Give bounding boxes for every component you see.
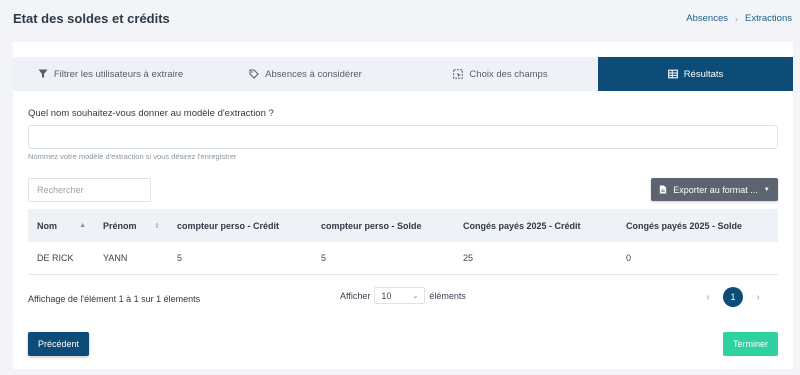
show-label: Afficher bbox=[340, 290, 371, 301]
column-header-cp-solde[interactable]: Congés payés 2025 - Solde bbox=[617, 221, 778, 231]
model-name-help: Nommez votre modèle d'extraction si vous… bbox=[28, 152, 237, 161]
pagination: ‹ 1 › bbox=[703, 287, 763, 307]
caret-down-icon: ▼ bbox=[763, 186, 770, 193]
chevron-right-icon: › bbox=[735, 13, 738, 24]
model-name-input[interactable] bbox=[28, 125, 778, 149]
finish-button[interactable]: Terminer bbox=[723, 332, 778, 356]
tab-results[interactable]: Résultats bbox=[598, 57, 793, 91]
filter-icon bbox=[38, 69, 48, 78]
breadcrumb-absences[interactable]: Absences bbox=[686, 13, 728, 24]
table-info: Affichage de l'élément 1 à 1 sur 1 éleme… bbox=[28, 294, 201, 304]
items-label: éléments bbox=[429, 290, 466, 301]
cell-compteur-solde: 5 bbox=[321, 253, 327, 263]
tab-label: Résultats bbox=[683, 68, 724, 80]
search-input[interactable] bbox=[28, 178, 151, 202]
cell-compteur-credit: 5 bbox=[177, 253, 183, 263]
results-table: Nom ▲ Prénom ⬍ compteur perso - Crédit com… bbox=[28, 209, 778, 275]
export-dropdown-button[interactable]: Exporter au format ... ▼ bbox=[651, 178, 778, 201]
tab-filter-users[interactable]: Filtrer les utilisateurs à extraire bbox=[13, 57, 208, 91]
column-header-compteur-solde[interactable]: compteur perso - Solde bbox=[312, 221, 454, 231]
breadcrumb: Absences › Extractions bbox=[686, 13, 792, 24]
table-icon bbox=[667, 69, 678, 79]
cell-prenom: YANN bbox=[103, 253, 128, 263]
tab-label: Choix des champs bbox=[469, 68, 548, 80]
page-title: Etat des soldes et crédits bbox=[13, 11, 170, 26]
table-row[interactable]: DE RICK YANN 5 5 25 0 bbox=[28, 242, 778, 275]
wizard-tabs: Filtrer les utilisateurs à extraire Abse… bbox=[13, 57, 793, 91]
previous-button[interactable]: Précédent bbox=[28, 332, 89, 356]
page-length-control: Afficher 10 ⌄ éléments bbox=[340, 287, 466, 304]
breadcrumb-extractions[interactable]: Extractions bbox=[745, 13, 792, 24]
column-header-nom[interactable]: Nom ▲ bbox=[28, 221, 94, 231]
page-length-select[interactable]: 10 ⌄ bbox=[374, 287, 426, 304]
column-header-compteur-credit[interactable]: compteur perso - Crédit bbox=[168, 221, 312, 231]
top-bar: Etat des soldes et crédits Absences › Ex… bbox=[0, 0, 800, 40]
table-header: Nom ▲ Prénom ⬍ compteur perso - Crédit com… bbox=[28, 209, 778, 242]
sort-asc-icon: ▲ bbox=[79, 222, 86, 229]
tab-absences[interactable]: Absences à considérer bbox=[208, 57, 403, 91]
next-page-icon[interactable]: › bbox=[753, 292, 763, 303]
cell-nom: DE RICK bbox=[37, 253, 74, 263]
export-label: Exporter au format ... bbox=[673, 184, 758, 195]
page-button-current[interactable]: 1 bbox=[723, 287, 743, 307]
chevron-down-icon: ⌄ bbox=[412, 292, 419, 300]
sort-icon: ⬍ bbox=[154, 222, 160, 230]
column-header-cp-credit[interactable]: Congés payés 2025 - Crédit bbox=[454, 221, 617, 231]
model-name-label: Quel nom souhaitez-vous donner au modèle… bbox=[28, 108, 274, 119]
extraction-card: Filtrer les utilisateurs à extraire Abse… bbox=[13, 42, 793, 369]
tag-icon bbox=[249, 69, 259, 79]
select-fields-icon bbox=[453, 69, 464, 79]
tab-label: Absences à considérer bbox=[265, 68, 362, 80]
cell-cp-credit: 25 bbox=[463, 253, 474, 263]
tab-label: Filtrer les utilisateurs à extraire bbox=[53, 68, 184, 80]
tab-fields[interactable]: Choix des champs bbox=[403, 57, 598, 91]
column-header-prenom[interactable]: Prénom ⬍ bbox=[94, 221, 168, 231]
cell-cp-solde: 0 bbox=[626, 253, 632, 263]
page-length-value: 10 bbox=[381, 290, 392, 301]
prev-page-icon[interactable]: ‹ bbox=[703, 292, 713, 303]
file-icon bbox=[660, 185, 667, 194]
